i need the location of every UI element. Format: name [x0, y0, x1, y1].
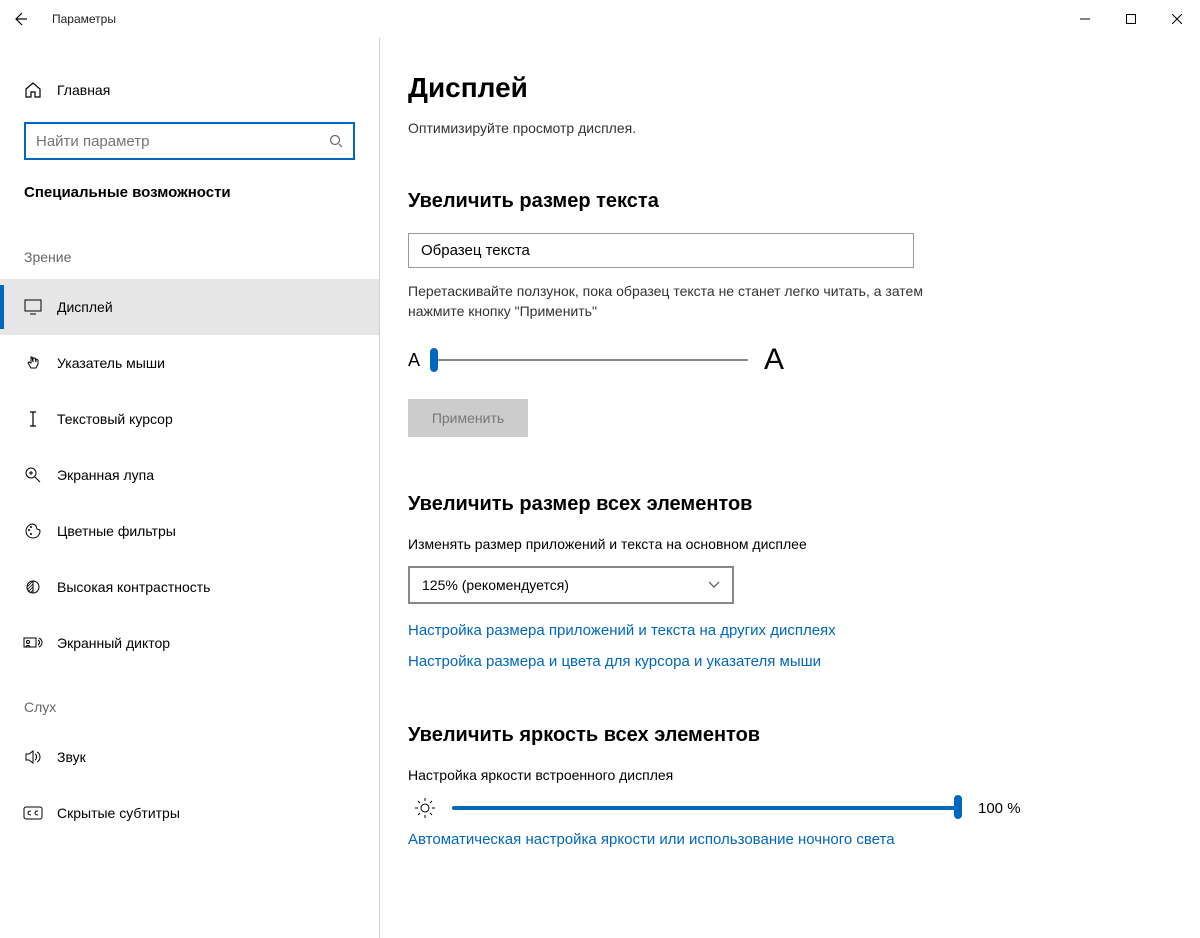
monitor-icon [23, 297, 43, 317]
link-cursor-pointer[interactable]: Настройка размера и цвета для курсора и … [408, 653, 1160, 670]
sidebar-item-label: Высокая контрастность [57, 579, 210, 595]
sidebar-item-label: Звук [57, 749, 86, 765]
speaker-icon [23, 747, 43, 767]
sidebar-item-pointer[interactable]: Указатель мыши [0, 335, 379, 391]
window-title: Параметры [52, 12, 116, 26]
link-night-light[interactable]: Автоматическая настройка яркости или исп… [408, 829, 928, 850]
page-title: Дисплей [408, 72, 1160, 104]
group-label-vision: Зрение [0, 221, 379, 279]
scale-label: Изменять размер приложений и текста на о… [408, 536, 1160, 552]
sidebar-item-label: Указатель мыши [57, 355, 165, 371]
brightness-slider[interactable] [452, 806, 962, 810]
home-icon [23, 80, 43, 100]
brightness-label: Настройка яркости встроенного дисплея [408, 767, 1160, 783]
slider-thumb[interactable] [430, 348, 438, 372]
slider-help-text: Перетаскивайте ползунок, пока образец те… [408, 282, 928, 321]
text-cursor-icon [23, 409, 43, 429]
cursor-hand-icon [23, 353, 43, 373]
sidebar-item-label: Текстовый курсор [57, 411, 173, 427]
search-input[interactable] [36, 133, 329, 150]
section-heading-textsize: Увеличить размер текста [408, 190, 1160, 213]
group-label-hearing: Слух [0, 671, 379, 729]
sidebar-item-label: Дисплей [57, 299, 113, 315]
sidebar-item-display[interactable]: Дисплей [0, 279, 379, 335]
sidebar-item-home[interactable]: Главная [0, 68, 379, 112]
sample-text-box: Образец текста [408, 233, 914, 268]
scale-dropdown[interactable]: 125% (рекомендуется) [408, 566, 734, 604]
chevron-down-icon [708, 581, 720, 589]
maximize-button[interactable] [1108, 0, 1154, 38]
sidebar-item-magnifier[interactable]: Экранная лупа [0, 447, 379, 503]
minimize-button[interactable] [1062, 0, 1108, 38]
cc-icon [23, 803, 43, 823]
sidebar-item-label: Скрытые субтитры [57, 805, 180, 821]
dropdown-selected: 125% (рекомендуется) [422, 577, 569, 593]
magnifier-plus-icon [23, 465, 43, 485]
search-icon [329, 134, 343, 148]
link-other-displays[interactable]: Настройка размера приложений и текста на… [408, 622, 1160, 639]
text-size-slider[interactable] [430, 359, 748, 361]
sidebar-item-label: Экранная лупа [57, 467, 154, 483]
sidebar-item-textcursor[interactable]: Текстовый курсор [0, 391, 379, 447]
back-button[interactable] [2, 0, 38, 38]
sidebar-category-title: Специальные возможности [0, 176, 379, 221]
section-heading-allsize: Увеличить размер всех элементов [408, 493, 1160, 516]
contrast-icon [23, 577, 43, 597]
sidebar-home-label: Главная [57, 82, 110, 98]
close-button[interactable] [1154, 0, 1200, 38]
section-heading-brightness: Увеличить яркость всех элементов [408, 724, 1160, 747]
brightness-value: 100 % [978, 800, 1021, 817]
palette-icon [23, 521, 43, 541]
sidebar-item-label: Экранный диктор [57, 635, 170, 651]
apply-button: Применить [408, 399, 528, 437]
slider-thumb[interactable] [954, 795, 962, 819]
sidebar-item-sound[interactable]: Звук [0, 729, 379, 785]
sun-icon [414, 797, 436, 819]
sidebar-item-cc[interactable]: Скрытые субтитры [0, 785, 379, 841]
search-input-container[interactable] [24, 122, 355, 160]
text-size-max-label: A [764, 343, 784, 377]
narrator-icon [23, 633, 43, 653]
sidebar-item-label: Цветные фильтры [57, 523, 176, 539]
sidebar-item-narrator[interactable]: Экранный диктор [0, 615, 379, 671]
sidebar-item-colorfilters[interactable]: Цветные фильтры [0, 503, 379, 559]
text-size-min-label: A [408, 350, 420, 371]
sidebar-item-highcontrast[interactable]: Высокая контрастность [0, 559, 379, 615]
page-subtitle: Оптимизируйте просмотр дисплея. [408, 120, 1160, 136]
